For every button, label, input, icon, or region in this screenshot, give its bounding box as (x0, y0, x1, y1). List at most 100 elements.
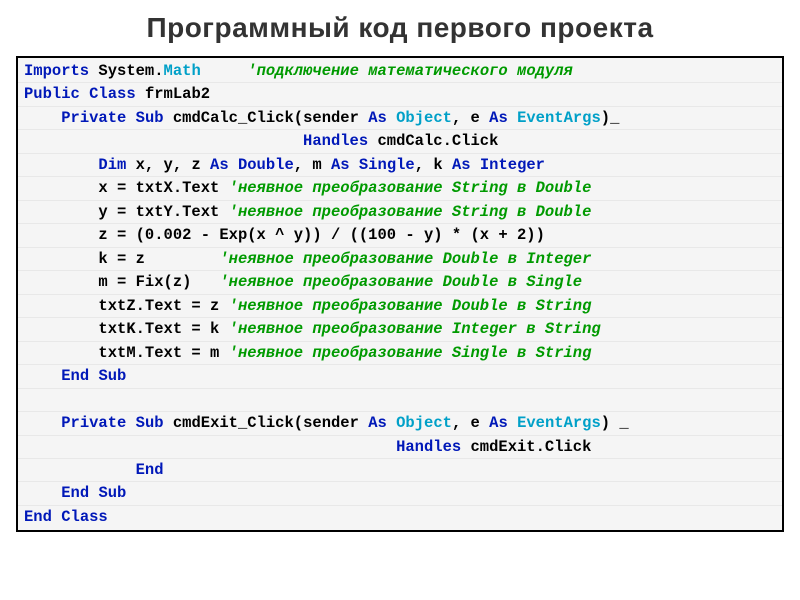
keyword: Private (61, 414, 126, 432)
comment: 'неявное преобразование Double в String (229, 297, 592, 315)
code-text: k = z (98, 250, 219, 268)
code-text: System. (89, 62, 163, 80)
keyword: Sub (98, 367, 126, 385)
indent (24, 226, 98, 244)
code-line: Imports System.Math 'подключение математ… (18, 60, 782, 83)
code-line: x = txtX.Text 'неявное преобразование St… (18, 177, 782, 200)
keyword: Imports (24, 62, 89, 80)
code-line: Handles cmdCalc.Click (18, 130, 782, 153)
indent (24, 414, 61, 432)
comment: 'неявное преобразование String в Double (229, 179, 592, 197)
keyword: Private (61, 109, 126, 127)
code-gap (201, 62, 248, 80)
code-text: txtK.Text = k (98, 320, 228, 338)
code-line: z = (0.002 - Exp(x ^ y)) / ((100 - y) * … (18, 224, 782, 247)
code-text: cmdExit.Click (461, 438, 591, 456)
indent (24, 297, 98, 315)
keyword: As (368, 414, 387, 432)
type: EventArgs (508, 414, 601, 432)
comment: 'неявное преобразование Double в Single (219, 273, 582, 291)
indent (24, 273, 98, 291)
keyword: Handles (303, 132, 368, 150)
indent (24, 132, 303, 150)
keyword: As (368, 109, 387, 127)
indent (24, 320, 98, 338)
keyword: End (24, 508, 52, 526)
keyword: Class (89, 85, 136, 103)
code-line: txtZ.Text = z 'неявное преобразование Do… (18, 295, 782, 318)
indent (24, 344, 98, 362)
code-block: Imports System.Math 'подключение математ… (16, 56, 784, 532)
code-text: cmdExit_Click(sender (164, 414, 369, 432)
code-text: txtZ.Text = z (98, 297, 228, 315)
keyword: As (210, 156, 229, 174)
keyword: End (61, 367, 89, 385)
code-text: x = txtX.Text (98, 179, 228, 197)
keyword: Sub (136, 414, 164, 432)
indent (24, 179, 98, 197)
type: Object (387, 109, 452, 127)
keyword: Sub (136, 109, 164, 127)
code-text: y = txtY.Text (98, 203, 228, 221)
code-line: End Class (18, 506, 782, 528)
comment: 'подключение математического модуля (247, 62, 573, 80)
keyword: As (452, 156, 471, 174)
code-text: frmLab2 (136, 85, 210, 103)
code-line: k = z 'неявное преобразование Double в I… (18, 248, 782, 271)
keyword: End (61, 484, 89, 502)
keyword: Dim (98, 156, 126, 174)
code-text: , k (415, 156, 452, 174)
keyword: As (331, 156, 350, 174)
code-line: Private Sub cmdCalc_Click(sender As Obje… (18, 107, 782, 130)
code-text: , e (452, 109, 489, 127)
page-title: Программный код первого проекта (16, 12, 784, 44)
keyword: Sub (98, 484, 126, 502)
indent (24, 461, 136, 479)
blank (24, 391, 33, 409)
indent (24, 109, 61, 127)
code-line: y = txtY.Text 'неявное преобразование St… (18, 201, 782, 224)
keyword: End (136, 461, 164, 479)
keyword: As (489, 109, 508, 127)
code-line: Public Class frmLab2 (18, 83, 782, 106)
code-text: x, y, z (126, 156, 210, 174)
code-line: m = Fix(z) 'неявное преобразование Doubl… (18, 271, 782, 294)
keyword: Class (61, 508, 108, 526)
code-text: cmdCalc_Click(sender (164, 109, 369, 127)
code-text: , m (294, 156, 331, 174)
type: Object (387, 414, 452, 432)
indent (24, 156, 98, 174)
code-line-blank (18, 389, 782, 412)
indent (24, 484, 61, 502)
code-line: End Sub (18, 482, 782, 505)
code-text: m = Fix(z) (98, 273, 219, 291)
code-text: , e (452, 414, 489, 432)
type: Integer (471, 156, 545, 174)
comment: 'неявное преобразование Integer в String (229, 320, 601, 338)
type: Single (350, 156, 415, 174)
comment: 'неявное преобразование Double в Integer (219, 250, 591, 268)
indent (24, 438, 396, 456)
code-line: Handles cmdExit.Click (18, 436, 782, 459)
keyword: Public (24, 85, 80, 103)
comment: 'неявное преобразование Single в String (229, 344, 592, 362)
code-line: End Sub (18, 365, 782, 388)
indent (24, 250, 98, 268)
code-text: cmdCalc.Click (368, 132, 498, 150)
indent (24, 367, 61, 385)
code-text: txtM.Text = m (98, 344, 228, 362)
code-line: txtM.Text = m 'неявное преобразование Si… (18, 342, 782, 365)
indent (24, 203, 98, 221)
code-line: txtK.Text = k 'неявное преобразование In… (18, 318, 782, 341)
keyword: As (489, 414, 508, 432)
code-text: ) _ (601, 414, 629, 432)
type: EventArgs (508, 109, 601, 127)
code-line: Dim x, y, z As Double, m As Single, k As… (18, 154, 782, 177)
code-text: )_ (601, 109, 620, 127)
type: Double (229, 156, 294, 174)
type: Math (164, 62, 201, 80)
code-line: Private Sub cmdExit_Click(sender As Obje… (18, 412, 782, 435)
keyword: Handles (396, 438, 461, 456)
comment: 'неявное преобразование String в Double (229, 203, 592, 221)
code-text: z = (0.002 - Exp(x ^ y)) / ((100 - y) * … (98, 226, 544, 244)
